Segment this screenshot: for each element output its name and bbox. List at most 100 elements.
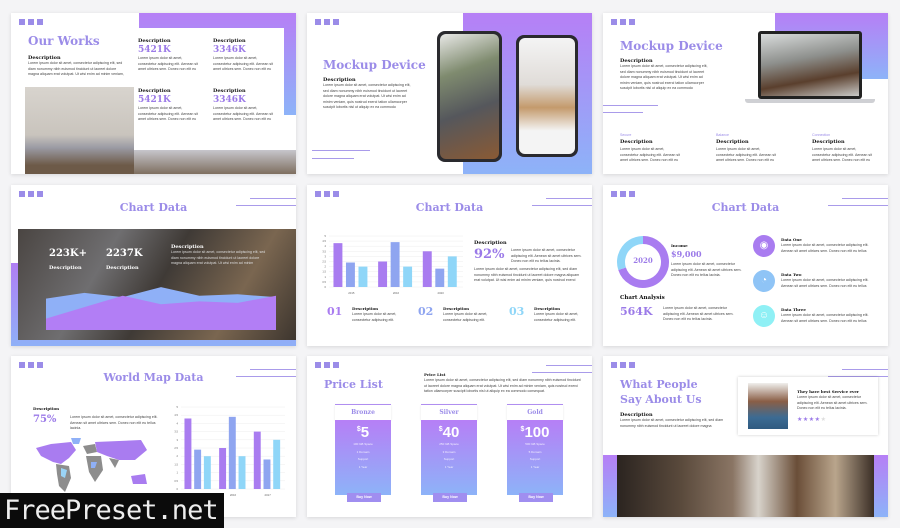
- slide-dots: [19, 362, 43, 368]
- stat-label: Description: [213, 88, 246, 94]
- feature-col: Connection Description Lorem ipsum dolor s…: [812, 133, 874, 164]
- slide-mockup-laptop[interactable]: Mockup Device Description Lorem ipsum do…: [603, 13, 888, 174]
- percent-value: 92%: [474, 247, 505, 262]
- buy-now-button[interactable]: Buy Now: [347, 493, 381, 502]
- plan-name: Silver: [421, 404, 477, 420]
- stat-value: 2237K: [106, 248, 143, 259]
- plan-price: $100: [507, 420, 563, 441]
- bar: [238, 456, 246, 489]
- y-tick-label: 3: [177, 438, 179, 442]
- y-tick-label: 2: [325, 265, 327, 269]
- plan-feature: 500 GB Space: [525, 442, 545, 446]
- plan-feature: Support: [529, 457, 541, 461]
- bar: [273, 439, 281, 489]
- world-map: [36, 438, 147, 492]
- desc-label: Description: [474, 240, 507, 246]
- item-label: Description: [443, 306, 470, 311]
- quote-text: Lorem ipsum dolor sit amet, consectetur …: [797, 395, 868, 410]
- bar: [378, 261, 388, 287]
- feature-tag: Connection: [812, 133, 831, 137]
- donut-year: 2020: [633, 256, 653, 265]
- pie-chart-icon: ◔: [753, 270, 775, 292]
- stat-value: 5421K: [138, 45, 171, 55]
- desc-text: Lorem ipsum dolor sit amet, consectetur …: [70, 415, 158, 430]
- slide-title: Mockup Device: [620, 39, 723, 53]
- bar-chart: 00.511.522.5 33.544.55 2015 2016 2020: [322, 234, 463, 295]
- slide-price-list[interactable]: Price List Price List Lorem ipsum dolor …: [307, 356, 592, 517]
- buy-now-button[interactable]: Buy Now: [433, 493, 467, 502]
- slide-chart-bar[interactable]: Chart Data 0 0.5 1 1.5 2 2.5 3 3.5 4 4.5 5 2015 2016…: [307, 185, 592, 346]
- bar: [422, 251, 432, 287]
- feature-label: Description: [620, 139, 653, 145]
- slide-chart-area[interactable]: Chart Data 223K+ Description 2237K Descr…: [11, 185, 296, 346]
- plan-feature: 250 GB Space: [439, 442, 459, 446]
- price-card: Gold $100 500 GB Space 5 Domain Support 1 Yea…: [507, 404, 563, 502]
- title-line: What People: [620, 378, 698, 391]
- bar-chart: 00.511.522.533.544.55201520162017: [174, 405, 285, 497]
- interior-photo-strip: [134, 150, 296, 174]
- slide-dots: [611, 19, 635, 25]
- feature-text: Lorem ipsum dolor sit amet, consectetur …: [716, 147, 776, 164]
- desc-text: Lorem ipsum dolor sit amet, consectetur …: [620, 418, 724, 428]
- stat-label: Description: [138, 88, 171, 94]
- slide-chart-donut[interactable]: Chart Data 2020 Income $9,000 Lorem ipsu…: [603, 185, 888, 346]
- income-value: $9,000: [671, 249, 702, 259]
- percent-value: 75%: [33, 414, 57, 425]
- bar: [390, 242, 400, 287]
- stat-label: Description: [213, 38, 246, 44]
- desc-label: Description: [33, 406, 60, 411]
- plan-feature: 1 Year: [530, 464, 540, 469]
- slide-dots: [315, 191, 339, 197]
- slide-title: Mockup Device: [323, 58, 426, 72]
- analysis-value: 564K: [620, 305, 653, 318]
- y-tick-label: 1.5: [322, 270, 326, 274]
- price-card: Bronze $5 100 GB Space 1 Domain Support 1 Yea…: [335, 404, 391, 502]
- plan-feature: 100 GB Space: [353, 442, 373, 446]
- y-tick-label: 2.5: [322, 260, 326, 264]
- bar: [345, 262, 355, 287]
- slide-title: Chart Data: [711, 201, 780, 214]
- x-tick-label: 2015: [348, 291, 355, 295]
- x-tick-label: 2020: [438, 291, 445, 295]
- y-tick-label: 0.5: [322, 280, 326, 284]
- stat-text: Lorem ipsum dolor sit amet, consectetur …: [138, 56, 198, 73]
- slide-dots: [19, 19, 43, 25]
- bar: [447, 256, 457, 287]
- title-line: Say About Us: [620, 393, 702, 406]
- item-text: Lorem ipsum dolor sit amet, consectetur …: [352, 312, 397, 322]
- desc-text: Lorem ipsum dolor sit amet, consectetur …: [474, 267, 580, 284]
- feature-label: Description: [812, 139, 845, 145]
- plan-price: $40: [421, 420, 477, 441]
- bar: [333, 243, 343, 287]
- slide-title: World Map Data: [103, 371, 204, 384]
- price-card: Silver $40 250 GB Space 3 Domain Support 1 Ye…: [421, 404, 477, 502]
- decor-lines: [532, 365, 592, 379]
- slide-dots: [19, 191, 43, 197]
- slide-testimonial[interactable]: What People Say About Us Description Lore…: [603, 356, 888, 517]
- plan-feature: Support: [357, 457, 369, 461]
- slide-our-works[interactable]: Our Works Description Lorem ipsum dolor …: [11, 13, 296, 174]
- slide-dots: [315, 362, 339, 368]
- y-tick-label: 4: [177, 421, 179, 425]
- y-tick-label: 3.5: [174, 430, 178, 434]
- feature-text: Lorem ipsum dolor sit amet, consectetur …: [812, 147, 872, 164]
- feature-text: Lorem ipsum dolor sit amet, consectetur …: [620, 147, 680, 164]
- slide-mockup-phone[interactable]: Mockup Device Description Lorem ipsum do…: [307, 13, 592, 174]
- desc-text: Lorem ipsum dolor sit amet, consectetur …: [671, 262, 742, 277]
- price-amount: 40: [442, 424, 460, 441]
- slide-title: Chart Data: [415, 201, 484, 214]
- feature-tag: Balance: [716, 133, 729, 137]
- item-label: Data One: [781, 237, 802, 242]
- interior-photo: [25, 87, 134, 174]
- avatar: [748, 383, 788, 429]
- stat-value: 5421K: [138, 95, 171, 105]
- buy-now-button[interactable]: Buy Now: [519, 493, 553, 502]
- smile-icon: ☺: [753, 305, 775, 327]
- bar: [253, 431, 261, 489]
- y-tick-label: 5: [325, 234, 327, 238]
- y-tick-label: 4.5: [174, 413, 178, 417]
- divider: [603, 112, 643, 113]
- item-text: Lorem ipsum dolor sit amet, consectetur …: [781, 313, 869, 323]
- y-tick-label: 1: [325, 275, 327, 279]
- desc-text: Lorem ipsum dolor sit amet, consectetur …: [323, 83, 411, 111]
